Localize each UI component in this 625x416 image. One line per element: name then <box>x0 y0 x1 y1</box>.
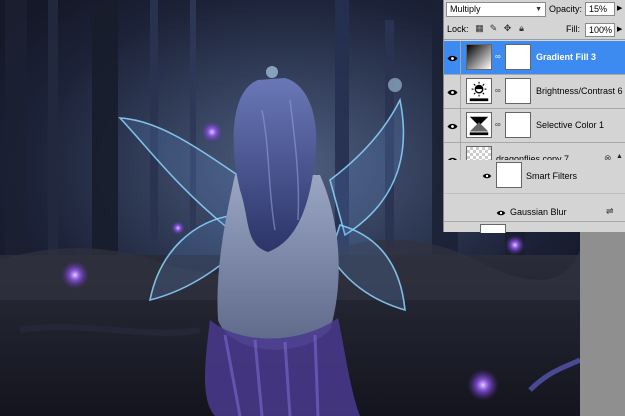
layer-name: Gradient Fill 3 <box>536 52 597 62</box>
eye-icon <box>447 123 457 129</box>
eye-icon <box>447 55 457 61</box>
gradient-fill-icon <box>466 44 492 70</box>
eye-icon[interactable] <box>496 208 506 218</box>
fill-label: Fill: <box>566 24 580 34</box>
selective-color-icon <box>466 112 492 138</box>
opacity-slider-arrow-icon[interactable]: ▶ <box>617 4 622 12</box>
lock-label: Lock: <box>447 24 469 34</box>
layer-name: Selective Color 1 <box>536 120 605 130</box>
lock-position-icon[interactable]: ✥ <box>502 23 513 34</box>
layer-mask-thumbnail[interactable] <box>505 112 531 138</box>
layer-name: Brightness/Contrast 6 <box>536 86 623 96</box>
layer-visibility-toggle[interactable] <box>444 109 461 143</box>
eye-icon <box>447 89 457 95</box>
blend-mode-dropdown[interactable]: Multiply ▼ <box>446 2 546 17</box>
filter-blending-options-icon[interactable]: ⇌ <box>606 206 614 217</box>
chain-link-icon[interactable]: ∞ <box>495 120 501 131</box>
layer-mask-thumbnail[interactable] <box>505 44 531 70</box>
smart-filter-mask-thumbnail[interactable] <box>496 162 522 188</box>
photoshop-workspace: Multiply ▼ Opacity: 15% ▶ Lock: ▦ ✎ ✥ 🔒︎… <box>0 0 625 416</box>
filter-name: Gaussian Blur <box>510 207 567 217</box>
layer-visibility-toggle[interactable] <box>444 41 461 75</box>
blend-row: Multiply ▼ Opacity: 15% ▶ <box>444 0 625 20</box>
layers-panel: Multiply ▼ Opacity: 15% ▶ Lock: ▦ ✎ ✥ 🔒︎… <box>443 0 625 233</box>
layer-selective-color-1[interactable]: ∞ Selective Color 1 <box>444 109 625 143</box>
opacity-label: Opacity: <box>549 4 583 14</box>
lock-icons: ▦ ✎ ✥ 🔒︎ <box>474 23 527 34</box>
fill-field[interactable]: 100% <box>585 23 615 37</box>
smart-filters-row[interactable]: Smart Filters <box>444 160 625 194</box>
layer-thumbnail <box>480 224 506 233</box>
lock-image-pixels-icon[interactable]: ✎ <box>488 23 499 34</box>
chain-link-icon[interactable]: ∞ <box>495 52 501 63</box>
layer-partial[interactable] <box>444 221 625 233</box>
smart-filters-label: Smart Filters <box>526 171 578 181</box>
layer-visibility-toggle[interactable] <box>444 75 461 109</box>
lock-all-icon[interactable]: 🔒︎ <box>516 23 527 34</box>
filter-gaussian-blur[interactable]: Gaussian Blur ⇌ <box>444 203 625 221</box>
fill-slider-arrow-icon[interactable]: ▶ <box>617 25 622 33</box>
triangle-up-icon[interactable]: ▲ <box>616 153 623 160</box>
chevron-down-icon: ▼ <box>535 6 542 13</box>
layer-brightness-contrast-6[interactable]: ∞ Brightness/Contrast 6 <box>444 75 625 109</box>
blend-mode-value: Multiply <box>450 4 481 14</box>
brightness-contrast-icon <box>466 78 492 104</box>
lock-row: Lock: ▦ ✎ ✥ 🔒︎ Fill: 100% ▶ <box>444 20 625 40</box>
lock-transparent-pixels-icon[interactable]: ▦ <box>474 23 485 34</box>
chain-link-icon[interactable]: ∞ <box>495 86 501 97</box>
layer-mask-thumbnail[interactable] <box>505 78 531 104</box>
layer-gradient-fill-3[interactable]: ∞ Gradient Fill 3 <box>444 41 625 75</box>
eye-icon[interactable] <box>482 171 492 181</box>
opacity-field[interactable]: 15% <box>585 2 615 16</box>
